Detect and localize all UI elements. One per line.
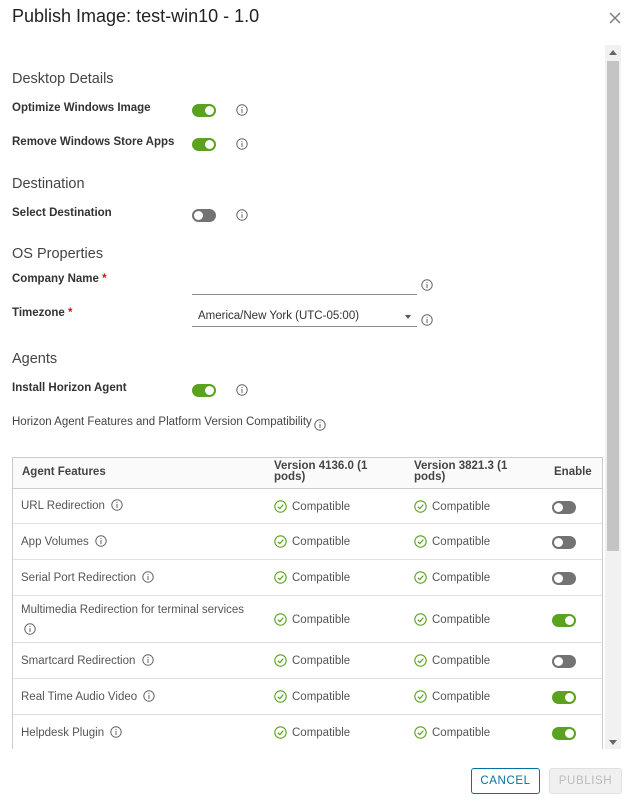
info-icon[interactable]: [142, 570, 154, 590]
compat-v2: Compatible: [414, 500, 490, 513]
table-row: Serial Port Redirection Compatible Compat…: [13, 560, 602, 596]
compat-v1: Compatible: [274, 726, 350, 739]
compat-v1: Compatible: [274, 690, 350, 703]
scrollbar[interactable]: [605, 45, 621, 749]
header-enable: Enable: [554, 466, 592, 478]
enable-toggle[interactable]: [552, 536, 576, 549]
remove-apps-toggle[interactable]: [192, 138, 216, 151]
compat-v2: Compatible: [414, 613, 490, 626]
agent-features-table: Agent Features Version 4136.0 (1 pods) V…: [12, 457, 603, 749]
table-row: Multimedia Redirection for terminal serv…: [13, 596, 602, 643]
check-circle-icon: [414, 726, 427, 739]
remove-apps-label: Remove Windows Store Apps: [12, 136, 175, 148]
select-destination-label: Select Destination: [12, 207, 112, 219]
dialog-title: Publish Image: test-win10 - 1.0: [12, 6, 260, 26]
timezone-label: Timezone *: [12, 307, 73, 319]
enable-toggle[interactable]: [552, 655, 576, 668]
info-icon[interactable]: [314, 419, 326, 431]
compat-v1: Compatible: [274, 535, 350, 548]
info-icon[interactable]: [95, 534, 107, 554]
info-icon[interactable]: [236, 209, 248, 221]
info-icon[interactable]: [421, 279, 433, 291]
info-icon[interactable]: [111, 498, 123, 518]
info-icon[interactable]: [421, 314, 433, 326]
scrollbar-thumb[interactable]: [607, 61, 619, 551]
check-circle-icon: [274, 535, 287, 548]
install-agent-toggle[interactable]: [192, 384, 216, 397]
section-agents: Agents: [12, 351, 58, 367]
check-circle-icon: [414, 571, 427, 584]
timezone-select[interactable]: America/New York (UTC-05:00): [192, 306, 417, 327]
compat-label: Horizon Agent Features and Platform Vers…: [12, 416, 312, 428]
enable-toggle[interactable]: [552, 691, 576, 704]
check-circle-icon: [414, 535, 427, 548]
check-circle-icon: [274, 500, 287, 513]
info-icon[interactable]: [141, 653, 154, 673]
feature-name: Helpdesk Plugin: [21, 723, 261, 745]
close-icon[interactable]: [607, 10, 623, 26]
table-body: URL Redirection Compatible Compatible App …: [13, 489, 602, 749]
feature-name: Multimedia Redirection for terminal serv…: [21, 600, 261, 642]
check-circle-icon: [414, 654, 427, 667]
info-icon[interactable]: [143, 689, 156, 709]
section-desktop-details: Desktop Details: [12, 71, 114, 87]
optimize-toggle[interactable]: [192, 104, 216, 117]
check-circle-icon: [414, 690, 427, 703]
check-circle-icon: [414, 500, 427, 513]
header-version-1: Version 4136.0 (1 pods): [274, 460, 368, 483]
compat-v1: Compatible: [274, 654, 350, 667]
enable-toggle[interactable]: [552, 501, 576, 514]
enable-toggle[interactable]: [552, 614, 576, 627]
check-circle-icon: [414, 613, 427, 626]
table-row: Smartcard Redirection Compatible Compatib…: [13, 643, 602, 679]
scroll-down-icon[interactable]: [609, 740, 617, 745]
scroll-up-icon[interactable]: [609, 50, 617, 55]
publish-button[interactable]: PUBLISH: [549, 768, 622, 794]
company-name-input[interactable]: [192, 274, 417, 295]
check-circle-icon: [274, 654, 287, 667]
dialog-body[interactable]: Desktop Details Optimize Windows Image R…: [0, 45, 622, 749]
select-destination-toggle[interactable]: [192, 209, 216, 222]
feature-name: Serial Port Redirection: [21, 568, 261, 590]
optimize-label: Optimize Windows Image: [12, 102, 151, 114]
feature-name: Smartcard Redirection: [21, 651, 261, 673]
timezone-value: America/New York (UTC-05:00): [198, 310, 360, 322]
check-circle-icon: [274, 571, 287, 584]
enable-toggle[interactable]: [552, 572, 576, 585]
compat-v2: Compatible: [414, 726, 490, 739]
compat-v1: Compatible: [274, 500, 350, 513]
cancel-button[interactable]: CANCEL: [471, 768, 540, 794]
table-row: URL Redirection Compatible Compatible: [13, 489, 602, 524]
compat-v1: Compatible: [274, 613, 350, 626]
check-circle-icon: [274, 726, 287, 739]
info-icon[interactable]: [110, 725, 123, 745]
header-version-2: Version 3821.3 (1 pods): [414, 460, 508, 483]
table-row: Real Time Audio Video Compatible Compatib…: [13, 679, 602, 715]
header-agent-features: Agent Features: [22, 466, 106, 478]
table-row: Helpdesk Plugin Compatible Compatible: [13, 715, 602, 749]
compat-v2: Compatible: [414, 654, 490, 667]
compat-v1: Compatible: [274, 571, 350, 584]
enable-toggle[interactable]: [552, 727, 576, 740]
compat-v2: Compatible: [414, 571, 490, 584]
check-circle-icon: [274, 690, 287, 703]
section-destination: Destination: [12, 176, 85, 192]
info-icon[interactable]: [236, 138, 248, 150]
section-os-properties: OS Properties: [12, 246, 104, 262]
feature-name: URL Redirection: [21, 496, 261, 518]
table-row: App Volumes Compatible Compatible: [13, 524, 602, 560]
info-icon[interactable]: [236, 104, 248, 116]
check-circle-icon: [274, 613, 287, 626]
table-header: Agent Features Version 4136.0 (1 pods) V…: [13, 458, 602, 489]
info-icon[interactable]: [236, 384, 248, 396]
info-icon[interactable]: [24, 622, 36, 642]
feature-name: Real Time Audio Video: [21, 687, 261, 709]
compat-v2: Compatible: [414, 690, 490, 703]
feature-name: App Volumes: [21, 532, 261, 554]
chevron-down-icon: [405, 315, 411, 319]
company-name-label: Company Name *: [12, 273, 107, 285]
compat-v2: Compatible: [414, 535, 490, 548]
install-agent-label: Install Horizon Agent: [12, 382, 127, 394]
